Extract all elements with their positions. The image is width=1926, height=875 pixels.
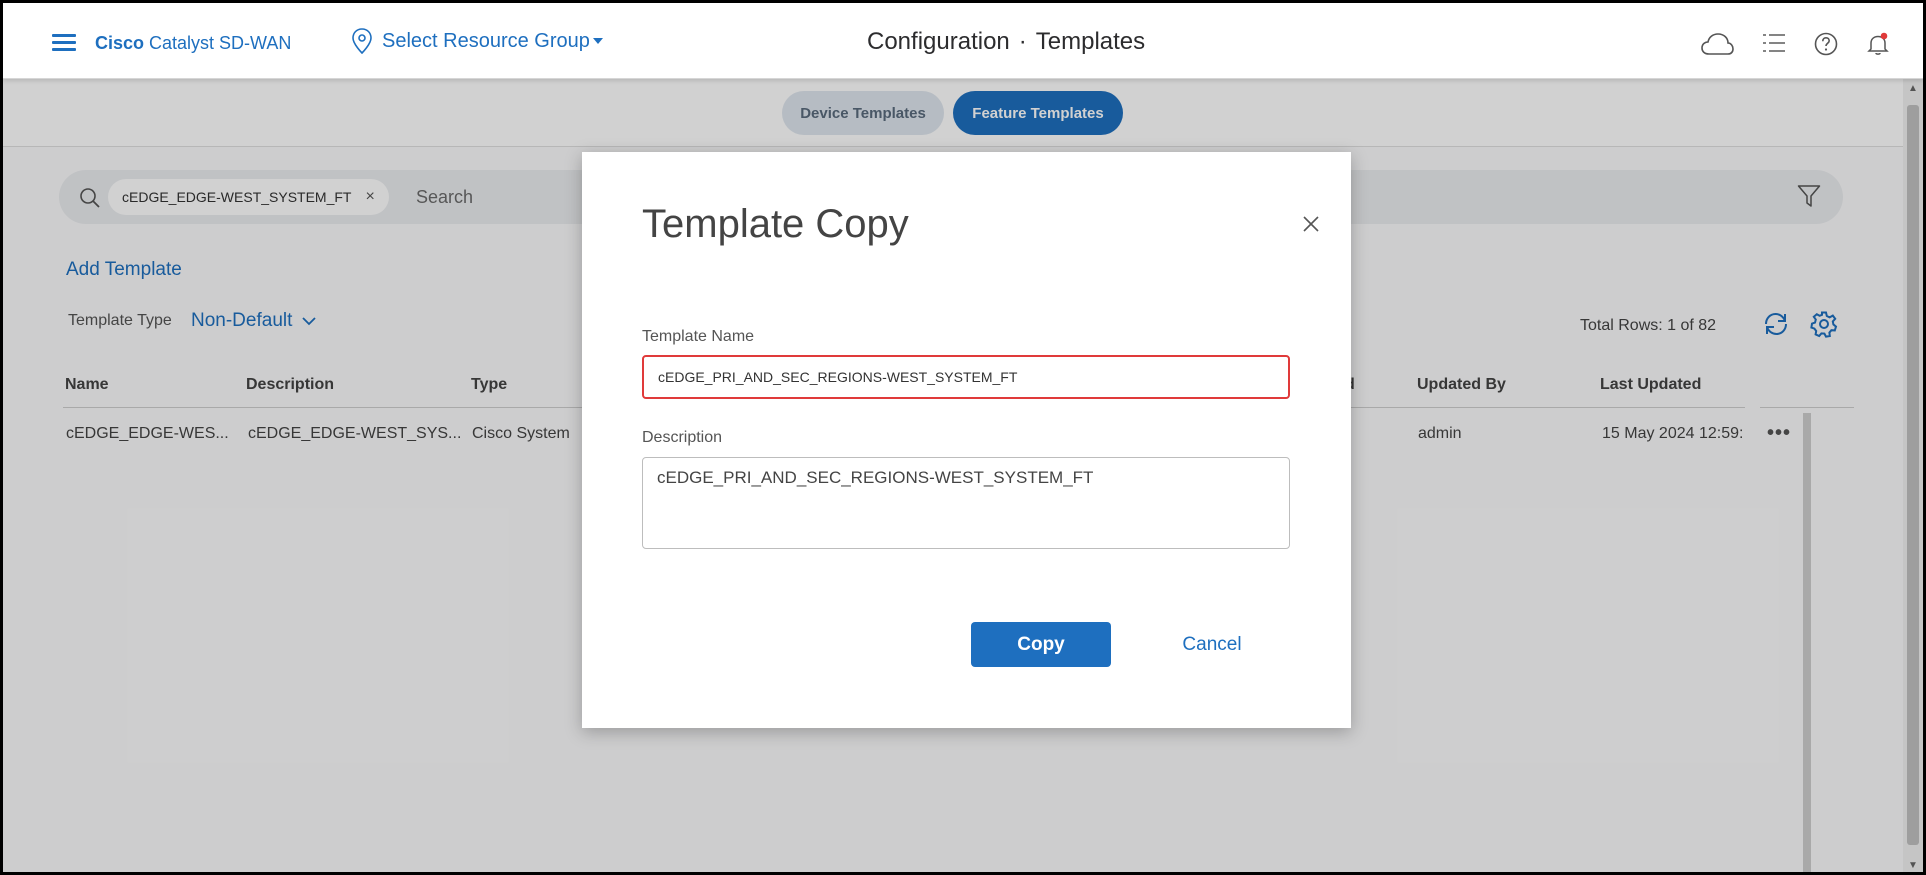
close-icon[interactable] bbox=[1301, 214, 1321, 234]
location-pin-icon bbox=[352, 28, 372, 54]
task-list-icon[interactable] bbox=[1762, 32, 1786, 54]
template-name-input[interactable] bbox=[642, 355, 1290, 399]
resource-group-selector[interactable]: Select Resource Group bbox=[352, 28, 604, 54]
caret-down-icon bbox=[592, 38, 603, 44]
cloud-icon[interactable] bbox=[1700, 32, 1734, 56]
top-bar: Cisco Catalyst SD-WAN Select Resource Gr… bbox=[3, 3, 1923, 79]
brand-logo: Cisco Catalyst SD-WAN bbox=[95, 33, 292, 53]
copy-button[interactable]: Copy bbox=[971, 622, 1111, 667]
template-copy-dialog: Template Copy Template Name Description … bbox=[582, 152, 1351, 728]
description-input[interactable]: cEDGE_PRI_AND_SEC_REGIONS-WEST_SYSTEM_FT bbox=[642, 457, 1290, 549]
dialog-title: Template Copy bbox=[642, 202, 909, 246]
help-icon[interactable] bbox=[1814, 32, 1838, 56]
app-window: Cisco Catalyst SD-WAN Select Resource Gr… bbox=[0, 0, 1926, 875]
notification-bell-icon[interactable] bbox=[1866, 32, 1890, 56]
template-name-label: Template Name bbox=[642, 328, 755, 345]
cancel-button[interactable]: Cancel bbox=[1142, 622, 1282, 667]
menu-icon[interactable] bbox=[52, 34, 76, 52]
resource-group-label: Select Resource Group bbox=[382, 29, 590, 52]
page-title: Configuration · Templates bbox=[867, 28, 1146, 55]
description-label: Description bbox=[642, 429, 723, 446]
